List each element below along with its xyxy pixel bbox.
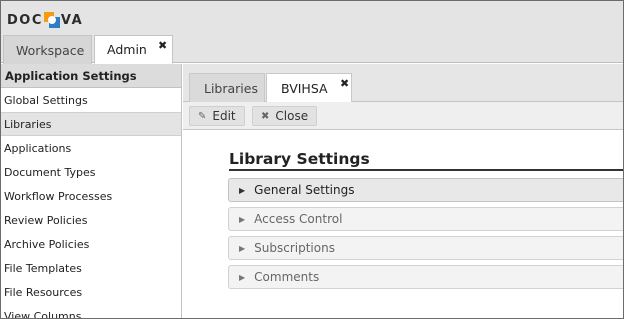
app-window: DOC VA Workspace Admin ✖ Application Set… [0, 0, 624, 319]
sidebar-item-label: Global Settings [4, 93, 88, 107]
sidebar-item-label: View Columns [4, 309, 82, 319]
tab-workspace[interactable]: Workspace [3, 35, 92, 64]
sidebar-item-workflow-processes[interactable]: Workflow Processes [1, 184, 181, 208]
sidebar-item-document-types[interactable]: Document Types [1, 160, 181, 184]
docova-logo: DOC VA [7, 10, 83, 30]
section-label: Access Control [254, 212, 343, 226]
edit-button[interactable]: ✎ Edit [189, 106, 245, 126]
top-header: DOC VA Workspace Admin ✖ [1, 1, 623, 64]
sidebar-item-file-templates[interactable]: File Templates [1, 256, 181, 280]
sidebar-item-file-resources[interactable]: File Resources [1, 280, 181, 304]
sidebar-item-label: Applications [4, 141, 72, 155]
sidebar-item-label: Review Policies [4, 213, 88, 227]
sidebar-item-label: Document Types [4, 165, 96, 179]
sub-tab-bar: Libraries BVIHSA ✖ [183, 64, 623, 103]
sidebar-item-archive-policies[interactable]: Archive Policies [1, 232, 181, 256]
sidebar-item-libraries[interactable]: Libraries [1, 112, 181, 136]
sidebar-header: Application Settings [1, 64, 181, 88]
section-comments[interactable]: ▶ Comments [228, 265, 623, 289]
triangle-right-icon: ▶ [239, 185, 246, 195]
logo-text-left: DOC [7, 12, 43, 28]
sidebar-item-applications[interactable]: Applications [1, 136, 181, 160]
close-button-label: Close [275, 109, 309, 123]
sidebar: Application Settings Global Settings Lib… [1, 64, 182, 319]
close-button[interactable]: ✖ Close [252, 106, 317, 126]
sidebar-item-label: File Templates [4, 261, 82, 275]
content-area: Library Settings ▶ General Settings ▶ Ac… [183, 131, 623, 318]
tab-workspace-label: Workspace [16, 42, 85, 58]
section-label: General Settings [254, 183, 355, 197]
triangle-right-icon: ▶ [239, 214, 246, 224]
subtab-libraries-label: Libraries [204, 80, 258, 96]
triangle-right-icon: ▶ [239, 243, 246, 253]
sidebar-item-view-columns[interactable]: View Columns [1, 304, 181, 319]
section-subscriptions[interactable]: ▶ Subscriptions [228, 236, 623, 260]
edit-button-label: Edit [212, 109, 236, 123]
tab-admin-close-icon[interactable]: ✖ [158, 39, 167, 52]
section-label: Subscriptions [254, 241, 335, 255]
subtab-bvihsa[interactable]: BVIHSA ✖ [266, 73, 352, 103]
logo-mark-icon [43, 12, 60, 28]
sidebar-item-label: Libraries [4, 117, 52, 131]
sidebar-item-review-policies[interactable]: Review Policies [1, 208, 181, 232]
tab-admin-label: Admin [107, 42, 147, 57]
logo-text-right: VA [60, 12, 84, 28]
page-title: Library Settings [229, 150, 370, 168]
subtab-bvihsa-label: BVIHSA [281, 80, 328, 96]
toolbar: ✎ Edit ✖ Close [183, 102, 623, 130]
title-divider [229, 169, 623, 171]
sidebar-item-label: Archive Policies [4, 237, 90, 251]
triangle-right-icon: ▶ [239, 272, 246, 282]
main-panel: Libraries BVIHSA ✖ ✎ Edit ✖ Close Librar… [183, 64, 623, 318]
sidebar-item-label: File Resources [4, 285, 83, 299]
close-icon: ✖ [261, 110, 270, 122]
section-label: Comments [254, 270, 320, 284]
sidebar-item-label: Workflow Processes [4, 189, 113, 203]
section-general-settings[interactable]: ▶ General Settings [228, 178, 623, 202]
section-access-control[interactable]: ▶ Access Control [228, 207, 623, 231]
subtab-bvihsa-close-icon[interactable]: ✖ [340, 77, 349, 90]
pencil-icon: ✎ [198, 110, 207, 122]
subtab-libraries[interactable]: Libraries [189, 73, 265, 102]
tab-admin[interactable]: Admin ✖ [94, 35, 173, 64]
sidebar-item-global-settings[interactable]: Global Settings [1, 88, 181, 112]
